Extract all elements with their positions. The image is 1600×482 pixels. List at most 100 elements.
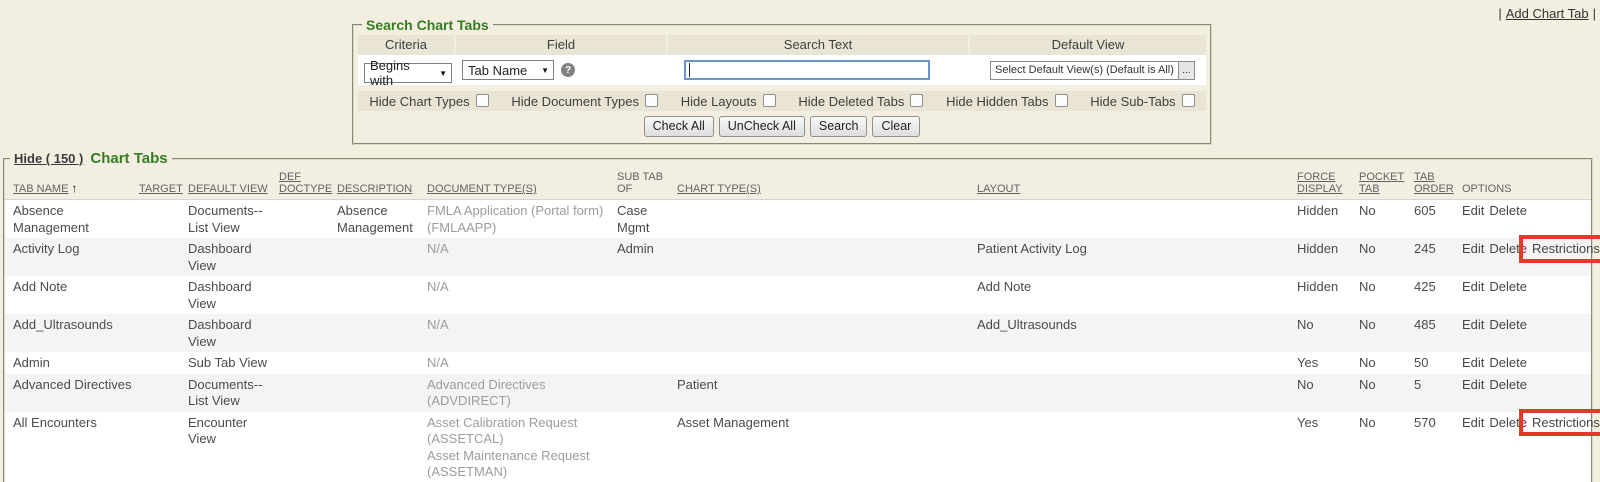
column-header-force_display[interactable]: FORCE DISPLAY: [1297, 169, 1359, 200]
column-header-label[interactable]: TAB ORDER: [1414, 171, 1454, 195]
criteria-select-value: Begins with: [370, 58, 433, 88]
pipe-separator-right: |: [1593, 6, 1596, 21]
delete-link[interactable]: Delete: [1489, 203, 1527, 218]
column-header-tab_order[interactable]: TAB ORDER: [1414, 169, 1462, 200]
column-header-description[interactable]: DESCRIPTION: [337, 169, 427, 200]
add-chart-tab-link[interactable]: Add Chart Tab: [1506, 6, 1589, 21]
search-header-row: Criteria Field Search Text Default View: [358, 35, 1206, 55]
search-button[interactable]: Search: [810, 116, 868, 137]
edit-link[interactable]: Edit: [1462, 355, 1484, 370]
cell-force_display: Yes: [1297, 412, 1359, 482]
cell-pocket_tab: No: [1359, 412, 1414, 482]
results-header-row: TAB NAME↑TARGET DEFAULT VIEW DEF DOCTYPE DE…: [5, 169, 1591, 200]
checkbox[interactable]: [1055, 94, 1068, 107]
column-header-def_doctype[interactable]: DEF DOCTYPE: [279, 169, 337, 200]
column-header-tab_name[interactable]: TAB NAME↑: [5, 169, 139, 200]
cell-chart_types: [677, 314, 977, 352]
hide-filter-hide-document-types[interactable]: Hide Document Types: [511, 94, 658, 109]
help-icon[interactable]: ?: [561, 63, 575, 77]
cell-description: [337, 374, 427, 412]
hide-filter-hide-chart-types[interactable]: Hide Chart Types: [369, 94, 488, 109]
cell-tab_name: Absence Management: [5, 200, 139, 239]
search-input-row: Begins with ▼ Tab Name ▼ ? Select: [358, 55, 1206, 85]
cell-chart_types: Patient: [677, 374, 977, 412]
field-select[interactable]: Tab Name ▼: [462, 60, 554, 80]
edit-link[interactable]: Edit: [1462, 415, 1484, 430]
edit-link[interactable]: Edit: [1462, 317, 1484, 332]
checkbox[interactable]: [763, 94, 776, 107]
ellipsis-button[interactable]: ...: [1178, 62, 1194, 79]
cell-tab_name: Add_Ultrasounds: [5, 314, 139, 352]
column-header-label[interactable]: FORCE DISPLAY: [1297, 171, 1343, 195]
column-header-label[interactable]: TARGET: [139, 183, 183, 195]
search-text-input[interactable]: [684, 60, 930, 80]
hide-filter-hide-hidden-tabs[interactable]: Hide Hidden Tabs: [946, 94, 1067, 109]
cell-def_doctype: [279, 412, 337, 482]
column-header-label[interactable]: DEF DOCTYPE: [279, 171, 332, 195]
uncheck-all-button[interactable]: UnCheck All: [719, 116, 805, 137]
hide-filters-row: Hide Chart Types Hide Document Types Hide …: [358, 91, 1206, 111]
delete-link[interactable]: Delete: [1489, 279, 1527, 294]
column-header-target[interactable]: TARGET: [139, 169, 188, 200]
delete-link[interactable]: Delete: [1489, 241, 1527, 256]
cell-options: Edit Delete: [1462, 276, 1591, 314]
cell-tab_order: 50: [1414, 352, 1462, 374]
cell-document_types: FMLA Application (Portal form) (FMLAAPP): [427, 200, 617, 239]
delete-link[interactable]: Delete: [1489, 415, 1527, 430]
column-header-document_types[interactable]: DOCUMENT TYPE(S): [427, 169, 617, 200]
edit-link[interactable]: Edit: [1462, 203, 1484, 218]
delete-link[interactable]: Delete: [1489, 377, 1527, 392]
column-header-label[interactable]: LAYOUT: [977, 183, 1020, 195]
hide-filter-hide-sub-tabs[interactable]: Hide Sub-Tabs: [1090, 94, 1194, 109]
checkbox[interactable]: [645, 94, 658, 107]
cell-tab_name: Add Note: [5, 276, 139, 314]
hide-filter-hide-deleted-tabs[interactable]: Hide Deleted Tabs: [798, 94, 923, 109]
restrictions-link[interactable]: Restrictions: [1532, 241, 1600, 256]
cell-def_doctype: [279, 276, 337, 314]
hide-results-link[interactable]: Hide ( 150 ): [14, 151, 83, 166]
clear-button[interactable]: Clear: [872, 116, 920, 137]
column-header-default_view[interactable]: DEFAULT VIEW: [188, 169, 279, 200]
page: |Add Chart Tab| Search Chart Tabs Criter…: [0, 0, 1600, 482]
edit-link[interactable]: Edit: [1462, 377, 1484, 392]
delete-link[interactable]: Delete: [1489, 355, 1527, 370]
checkbox[interactable]: [476, 94, 489, 107]
cell-description: [337, 238, 427, 276]
cell-options: EditDeleteRestrictions: [1462, 412, 1591, 482]
column-header-label[interactable]: POCKET TAB: [1359, 171, 1404, 195]
cell-document_types: N/A: [427, 276, 617, 314]
checkbox[interactable]: [910, 94, 923, 107]
cell-target: [139, 276, 188, 314]
delete-link[interactable]: Delete: [1489, 317, 1527, 332]
cell-pocket_tab: No: [1359, 314, 1414, 352]
column-header-chart_types[interactable]: CHART TYPE(S): [677, 169, 977, 200]
restrictions-link[interactable]: Restrictions: [1532, 415, 1600, 430]
criteria-select[interactable]: Begins with ▼: [364, 63, 452, 83]
cell-layout: [977, 374, 1297, 412]
cell-tab_order: 570: [1414, 412, 1462, 482]
check-all-button[interactable]: Check All: [644, 116, 714, 137]
cell-chart_types: Asset Management: [677, 412, 977, 482]
hide-filter-hide-layouts[interactable]: Hide Layouts: [681, 94, 776, 109]
cell-layout: [977, 412, 1297, 482]
checkbox-label: Hide Layouts: [681, 94, 757, 109]
cell-layout: [977, 200, 1297, 239]
checkbox[interactable]: [1182, 94, 1195, 107]
column-header-label[interactable]: TAB NAME: [13, 183, 68, 195]
column-header-label[interactable]: DEFAULT VIEW: [188, 183, 268, 195]
column-header-label[interactable]: DOCUMENT TYPE(S): [427, 183, 537, 195]
column-header-pocket_tab[interactable]: POCKET TAB: [1359, 169, 1414, 200]
column-header-layout[interactable]: LAYOUT: [977, 169, 1297, 200]
cell-sub_tab_of: [617, 352, 677, 374]
column-header-label[interactable]: CHART TYPE(S): [677, 183, 761, 195]
cell-default_view: Dashboard View: [188, 314, 279, 352]
edit-link[interactable]: Edit: [1462, 241, 1484, 256]
table-row: AdminSub Tab ViewN/AYesNo50EditDelete: [5, 352, 1591, 374]
column-header-label[interactable]: DESCRIPTION: [337, 183, 412, 195]
results-panel-title: Chart Tabs: [90, 150, 167, 167]
edit-link[interactable]: Edit: [1462, 279, 1484, 294]
cell-sub_tab_of: [617, 374, 677, 412]
default-view-select-button[interactable]: Select Default View(s) (Default is All) …: [990, 61, 1195, 80]
cell-default_view: Documents--List View: [188, 200, 279, 239]
cell-target: [139, 352, 188, 374]
